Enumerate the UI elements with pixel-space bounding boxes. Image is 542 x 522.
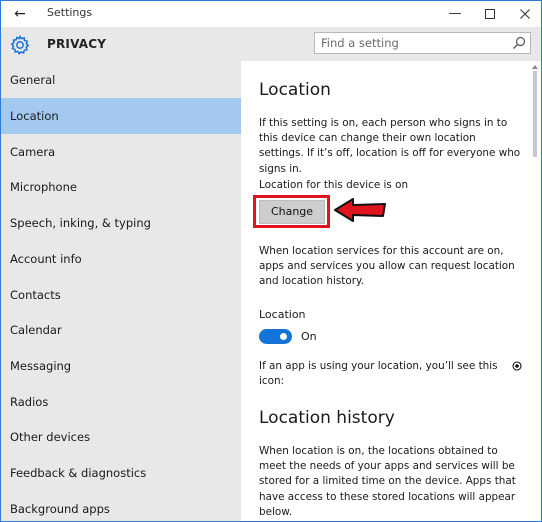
sidebar-item-contacts[interactable]: Contacts <box>1 277 241 313</box>
sidebar-item-account-info[interactable]: Account info <box>1 241 241 277</box>
settings-window: ← Settings — PRIVACY General Location <box>0 0 542 522</box>
minimize-button[interactable]: — <box>441 4 469 24</box>
scroll-up-icon[interactable] <box>529 63 541 71</box>
scroll-thumb[interactable] <box>533 71 537 157</box>
page-title: Location <box>259 80 331 100</box>
sidebar-item-other-devices[interactable]: Other devices <box>1 419 241 455</box>
location-toggle-label: Location <box>259 308 306 321</box>
close-icon <box>520 8 530 19</box>
sidebar-item-feedback-diagnostics[interactable]: Feedback & diagnostics <box>1 455 241 491</box>
sidebar-item-radios[interactable]: Radios <box>1 384 241 420</box>
sidebar-item-background-apps[interactable]: Background apps <box>1 491 241 521</box>
close-button[interactable] <box>511 4 539 24</box>
location-icon-note: If an app is using your location, you’ll… <box>259 360 498 388</box>
window-title: Settings <box>47 6 93 19</box>
sidebar: General Location Camera Microphone Speec… <box>1 61 241 521</box>
search-box[interactable] <box>314 32 531 54</box>
sidebar-item-speech-inking-typing[interactable]: Speech, inking, & typing <box>1 205 241 241</box>
maximize-icon <box>485 8 495 19</box>
toggle-state-label: On <box>301 330 317 343</box>
arrow-left-icon[interactable]: ← <box>10 4 30 24</box>
toggle-knob <box>280 333 287 340</box>
location-history-text: When location is on, the locations obtai… <box>259 445 516 518</box>
sidebar-item-general[interactable]: General <box>1 62 241 98</box>
change-button[interactable]: Change <box>259 200 325 224</box>
page-header: PRIVACY <box>1 27 541 61</box>
annotation-arrow-icon <box>334 198 386 222</box>
location-services-text: When location services for this account … <box>259 245 515 288</box>
sidebar-item-messaging[interactable]: Messaging <box>1 348 241 384</box>
device-location-status: Location for this device is on <box>259 179 409 191</box>
sidebar-item-microphone[interactable]: Microphone <box>1 169 241 205</box>
section-title: PRIVACY <box>47 37 107 51</box>
location-intro-text: If this setting is on, each person who s… <box>259 117 521 175</box>
search-input[interactable] <box>315 33 511 53</box>
search-icon[interactable] <box>511 35 527 51</box>
gear-icon <box>10 34 30 55</box>
title-bar: ← Settings — <box>1 1 541 27</box>
maximize-button[interactable] <box>476 4 504 24</box>
location-settings-panel: Location If this setting is on, each per… <box>241 61 529 521</box>
location-toggle[interactable] <box>259 329 292 344</box>
sidebar-item-location[interactable]: Location <box>1 98 241 134</box>
location-history-heading: Location history <box>259 408 395 428</box>
sidebar-item-camera[interactable]: Camera <box>1 134 241 170</box>
content-scrollbar[interactable] <box>529 61 541 521</box>
sidebar-item-calendar[interactable]: Calendar <box>1 312 241 348</box>
location-in-use-icon <box>512 361 522 371</box>
